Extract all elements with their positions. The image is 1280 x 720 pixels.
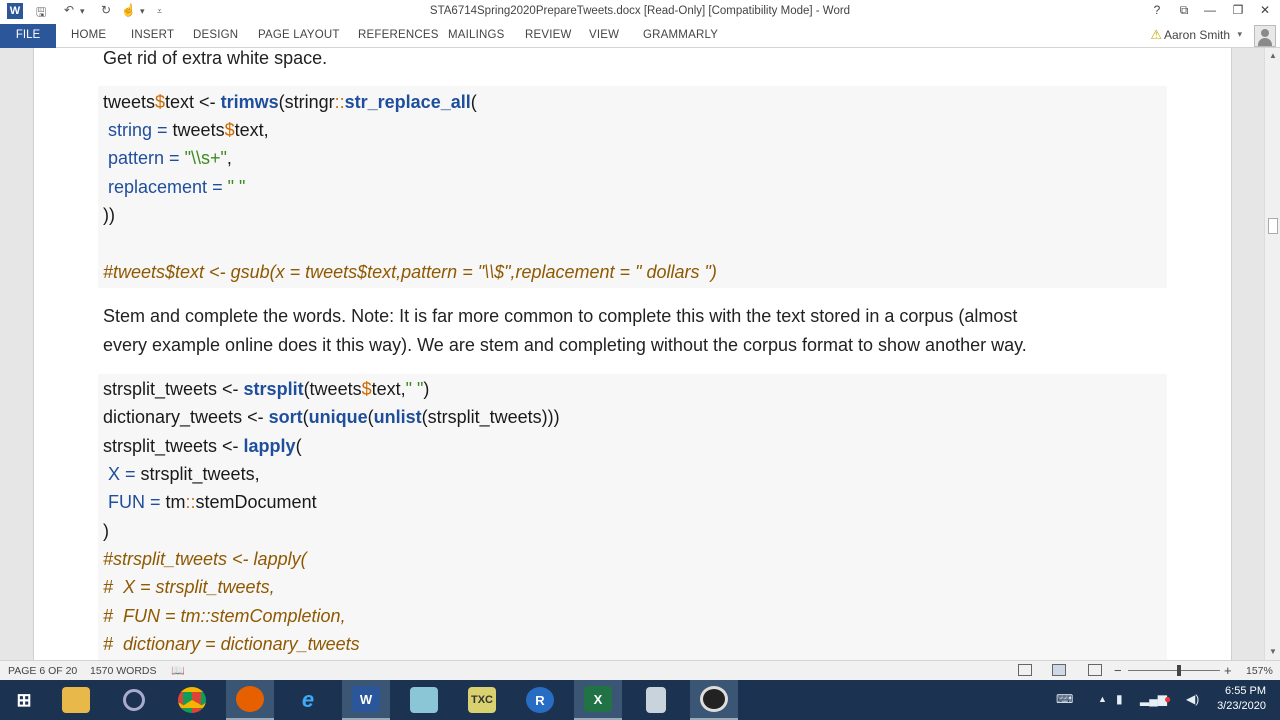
- zoom-slider[interactable]: [1128, 670, 1220, 671]
- zoom-out-button[interactable]: −: [1114, 663, 1122, 678]
- code-line: replacement = " ": [103, 177, 246, 197]
- warning-icon[interactable]: ⚠: [1150, 27, 1162, 43]
- user-dropdown-icon[interactable]: ▾: [1237, 29, 1242, 40]
- window-title: STA6714Spring2020PrepareTweets.docx [Rea…: [429, 5, 851, 17]
- code-line: strsplit_tweets <- lapply(: [103, 436, 302, 456]
- zoom-in-button[interactable]: +: [1224, 663, 1232, 678]
- document-page[interactable]: Get rid of extra white space. tweets$tex…: [33, 48, 1232, 660]
- code-line: pattern = "\\s+",: [103, 148, 232, 168]
- ribbon-tabs: FILE HOME INSERT DESIGN PAGE LAYOUT REFE…: [0, 24, 1280, 48]
- print-layout-icon[interactable]: [1052, 664, 1066, 676]
- tab-review[interactable]: REVIEW: [525, 29, 572, 41]
- volume-icon[interactable]: ◀): [1186, 692, 1199, 706]
- code-comment-line: #strsplit_tweets <- lapply(: [103, 549, 307, 569]
- tab-home[interactable]: HOME: [71, 29, 106, 41]
- scroll-down-icon[interactable]: ▼: [1265, 644, 1280, 660]
- obs-icon[interactable]: [690, 680, 738, 720]
- avatar[interactable]: [1254, 25, 1276, 47]
- page-count[interactable]: PAGE 6 OF 20: [8, 665, 77, 677]
- clock-time: 6:55 PM: [1225, 685, 1266, 697]
- tab-grammarly[interactable]: GRAMMARLY: [643, 29, 718, 41]
- battery-icon[interactable]: ▮: [1116, 692, 1123, 706]
- tab-page-layout[interactable]: PAGE LAYOUT: [258, 29, 340, 41]
- proofing-icon[interactable]: 📖: [171, 664, 185, 677]
- status-bar: PAGE 6 OF 20 1570 WORDS 📖 − + 157%: [0, 660, 1280, 680]
- code-comment-line: # FUN = tm::stemCompletion,: [103, 606, 346, 626]
- vertical-scrollbar[interactable]: ▲ ▼: [1264, 48, 1280, 660]
- taskbar: ⊞ e W TXC R X ⌨ ▲ ▮ ▂▄▆ ● ◀) 6:55 PM 3/2…: [0, 680, 1280, 720]
- security-icon[interactable]: ●: [1164, 692, 1171, 706]
- start-icon[interactable]: ⊞: [0, 680, 48, 720]
- tab-mailings[interactable]: MAILINGS: [448, 29, 505, 41]
- tab-insert[interactable]: INSERT: [131, 29, 174, 41]
- title-bar: W 🖫 ↶ ▾ ↻ ☝ ▾ ⩡ STA6714Spring2020Prepare…: [0, 0, 1280, 24]
- user-name[interactable]: Aaron Smith: [1164, 28, 1230, 42]
- word-count[interactable]: 1570 WORDS: [90, 665, 157, 677]
- code-line: ): [103, 521, 109, 541]
- scroll-thumb[interactable]: [1268, 218, 1278, 234]
- code-line: tweets$text <- trimws(stringr::str_repla…: [103, 92, 477, 112]
- paragraph-stem-line1: Stem and complete the words. Note: It is…: [103, 306, 1018, 326]
- close-button[interactable]: ✕: [1252, 3, 1278, 17]
- clock-date: 3/23/2020: [1217, 700, 1266, 712]
- minimize-button[interactable]: —: [1197, 3, 1223, 17]
- read-mode-icon[interactable]: [1018, 664, 1032, 676]
- tab-file[interactable]: FILE: [0, 24, 56, 48]
- code-line: string = tweets$text,: [103, 120, 269, 140]
- firefox-icon[interactable]: [226, 680, 274, 720]
- ribbon-display-button[interactable]: ⧉: [1171, 3, 1197, 18]
- file-explorer-icon[interactable]: [52, 680, 100, 720]
- code-line: FUN = tm::stemDocument: [103, 492, 317, 512]
- keyboard-icon[interactable]: ⌨: [1056, 692, 1073, 706]
- tab-references[interactable]: REFERENCES: [358, 29, 439, 41]
- code-line: strsplit_tweets <- strsplit(tweets$text,…: [103, 379, 430, 399]
- word-icon[interactable]: W: [342, 680, 390, 720]
- zoom-level[interactable]: 157%: [1246, 665, 1273, 677]
- code-comment-line: #tweets$text <- gsub(x = tweets$text,pat…: [103, 262, 717, 282]
- texstudio-icon[interactable]: TXC: [458, 680, 506, 720]
- paragraph-whitespace: Get rid of extra white space.: [103, 48, 328, 68]
- search-icon[interactable]: [110, 680, 158, 720]
- document-area: Get rid of extra white space. tweets$tex…: [0, 48, 1264, 660]
- clock[interactable]: 6:55 PM 3/23/2020: [1217, 684, 1266, 714]
- code-comment-line: # X = strsplit_tweets,: [103, 577, 275, 597]
- tab-design[interactable]: DESIGN: [193, 29, 238, 41]
- chrome-icon[interactable]: [168, 680, 216, 720]
- recycle-bin-icon[interactable]: [632, 680, 680, 720]
- paragraph-stem-line2: every example online does it this way). …: [103, 335, 1027, 355]
- tray-expand-icon[interactable]: ▲: [1098, 694, 1107, 704]
- code-line: X = strsplit_tweets,: [103, 464, 260, 484]
- code-comment-line: # dictionary = dictionary_tweets: [103, 634, 360, 654]
- network-icon[interactable]: ▂▄▆: [1140, 692, 1167, 706]
- r-icon[interactable]: R: [516, 680, 564, 720]
- internet-explorer-icon[interactable]: e: [284, 680, 332, 720]
- help-button[interactable]: ?: [1144, 3, 1170, 17]
- notepad-icon[interactable]: [400, 680, 448, 720]
- code-block-1: [98, 86, 1167, 288]
- maximize-button[interactable]: ❐: [1225, 3, 1251, 17]
- zoom-slider-thumb[interactable]: [1177, 665, 1181, 676]
- code-line: dictionary_tweets <- sort(unique(unlist(…: [103, 407, 560, 427]
- scroll-up-icon[interactable]: ▲: [1265, 48, 1280, 64]
- web-layout-icon[interactable]: [1088, 664, 1102, 676]
- code-line: )): [103, 205, 115, 225]
- tab-view[interactable]: VIEW: [589, 29, 619, 41]
- excel-icon[interactable]: X: [574, 680, 622, 720]
